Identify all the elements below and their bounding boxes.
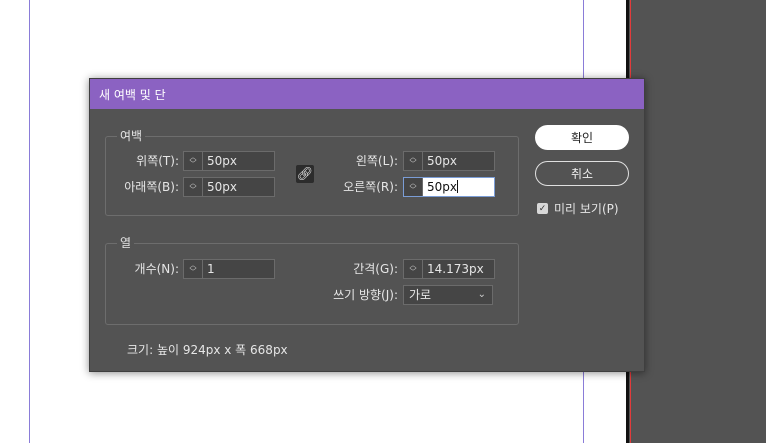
gutter-stepper[interactable]: ︿ ﹀ (404, 260, 423, 278)
bottom-margin-stepper[interactable]: ︿ ﹀ (184, 178, 203, 196)
writing-direction-select[interactable]: 가로 ⌄ (403, 285, 493, 305)
new-margins-columns-dialog: 새 여백 및 단 여백 위쪽(T): ︿ ﹀ 50px 아래쪽(B): ︿ ﹀ 50… (89, 78, 645, 372)
writing-direction-label: 쓰기 방향(J): (333, 288, 398, 302)
columns-group-label: 열 (117, 236, 135, 250)
text-cursor (457, 180, 458, 193)
workspace-background (626, 0, 766, 443)
top-margin-stepper[interactable]: ︿ ﹀ (184, 152, 203, 170)
chevron-down-icon: ⌄ (477, 289, 486, 300)
chevron-down-icon[interactable]: ﹀ (190, 187, 197, 194)
column-count-field[interactable]: ︿ ﹀ 1 (183, 259, 275, 279)
chevron-down-icon[interactable]: ﹀ (410, 269, 417, 276)
left-margin-stepper[interactable]: ︿ ﹀ (404, 152, 423, 170)
bottom-margin-value[interactable]: 50px (203, 178, 237, 196)
gutter-field[interactable]: ︿ ﹀ 14.173px (403, 259, 495, 279)
ok-button[interactable]: 확인 (535, 125, 629, 150)
left-margin-value[interactable]: 50px (423, 152, 457, 170)
column-count-label: 개수(N): (134, 262, 179, 276)
chevron-down-icon[interactable]: ﹀ (190, 161, 197, 168)
preview-checkbox[interactable]: ✓ 미리 보기(P) (537, 200, 619, 217)
chevron-down-icon[interactable]: ﹀ (410, 187, 417, 194)
bottom-margin-label: 아래쪽(B): (124, 180, 179, 194)
cancel-button[interactable]: 취소 (535, 161, 629, 186)
gutter-value[interactable]: 14.173px (423, 260, 484, 278)
column-count-value[interactable]: 1 (203, 260, 215, 278)
right-margin-label: 오른쪽(R): (343, 180, 398, 194)
margins-group-label: 여백 (117, 129, 146, 143)
right-margin-stepper[interactable]: ︿ ﹀ (404, 178, 423, 196)
right-margin-field[interactable]: ︿ ﹀ 50px (403, 177, 495, 197)
chevron-down-icon[interactable]: ﹀ (190, 269, 197, 276)
left-margin-label: 왼쪽(L): (355, 154, 398, 168)
chevron-down-icon[interactable]: ﹀ (410, 161, 417, 168)
columns-group: 열 (105, 236, 519, 325)
dialog-title: 새 여백 및 단 (99, 87, 166, 102)
dialog-titlebar[interactable]: 새 여백 및 단 (90, 79, 644, 109)
top-margin-label: 위쪽(T): (136, 154, 179, 168)
page-size-info: 크기: 높이 924px x 폭 668px (127, 343, 288, 357)
right-margin-input[interactable]: 50px (423, 178, 494, 196)
gutter-label: 간격(G): (353, 262, 398, 276)
right-margin-value[interactable]: 50px (427, 180, 457, 194)
checkmark-icon[interactable]: ✓ (537, 203, 548, 214)
top-margin-value[interactable]: 50px (203, 152, 237, 170)
ok-button-label: 확인 (570, 131, 594, 145)
column-count-stepper[interactable]: ︿ ﹀ (184, 260, 203, 278)
bottom-margin-field[interactable]: ︿ ﹀ 50px (183, 177, 275, 197)
top-margin-field[interactable]: ︿ ﹀ 50px (183, 151, 275, 171)
preview-label: 미리 보기(P) (554, 202, 619, 216)
writing-direction-value: 가로 (409, 288, 432, 302)
cancel-button-label: 취소 (570, 167, 594, 181)
left-margin-field[interactable]: ︿ ﹀ 50px (403, 151, 495, 171)
